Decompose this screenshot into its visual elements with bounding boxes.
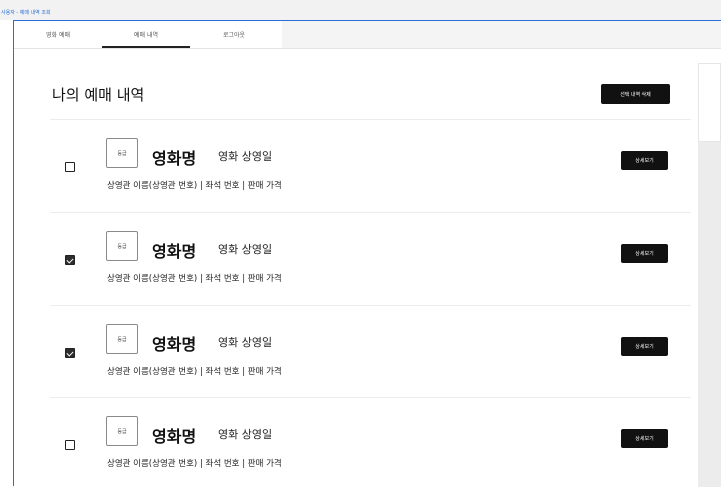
detail-button[interactable]: 상세보기 <box>621 151 668 170</box>
detail-button[interactable]: 상세보기 <box>621 244 668 263</box>
detail-button[interactable]: 상세보기 <box>621 429 668 448</box>
frame-label: 사용자 - 예매 내역 조회 <box>1 10 51 16</box>
grade-badge: 등급 <box>106 324 138 354</box>
row-checkbox[interactable] <box>65 255 75 265</box>
tab-logout[interactable]: 로그아웃 <box>190 21 278 48</box>
app-frame: 영화 예매 예매 내역 로그아웃 나의 예매 내역 선택 내역 삭제 등급 영화… <box>13 20 721 487</box>
reservation-row: 등급 영화명 영화 상영일 상영관 이름(상영관 번호) | 좌석 번호 | 판… <box>50 397 691 487</box>
grade-badge: 등급 <box>106 416 138 446</box>
canvas-header <box>0 0 721 20</box>
grade-badge: 등급 <box>106 231 138 261</box>
tab-booking-history[interactable]: 예매 내역 <box>102 21 190 48</box>
tab-bar-filler <box>282 21 721 48</box>
reservation-info: 상영관 이름(상영관 번호) | 좌석 번호 | 판매 가격 <box>107 459 282 469</box>
movie-name: 영화명 <box>152 242 197 261</box>
reservation-info: 상영관 이름(상영관 번호) | 좌석 번호 | 판매 가격 <box>107 181 282 191</box>
detail-button[interactable]: 상세보기 <box>621 337 668 356</box>
main-content: 나의 예매 내역 선택 내역 삭제 등급 영화명 영화 상영일 상영관 이름(상… <box>14 49 721 487</box>
page-title: 나의 예매 내역 <box>52 86 145 104</box>
scrollbar-thumb[interactable] <box>698 63 721 142</box>
tab-movie-booking[interactable]: 영화 예매 <box>14 21 102 48</box>
reservation-row: 등급 영화명 영화 상영일 상영관 이름(상영관 번호) | 좌석 번호 | 판… <box>50 305 691 397</box>
row-checkbox[interactable] <box>65 440 75 450</box>
screening-date: 영화 상영일 <box>218 150 273 163</box>
screening-date: 영화 상영일 <box>218 243 273 256</box>
movie-name: 영화명 <box>152 335 197 354</box>
movie-name: 영화명 <box>152 149 197 168</box>
reservation-info: 상영관 이름(상영관 번호) | 좌석 번호 | 판매 가격 <box>107 274 282 284</box>
reservation-row: 등급 영화명 영화 상영일 상영관 이름(상영관 번호) | 좌석 번호 | 판… <box>50 119 691 211</box>
screening-date: 영화 상영일 <box>218 336 273 349</box>
tab-bar: 영화 예매 예매 내역 로그아웃 <box>14 21 721 48</box>
scrollbar-track[interactable] <box>698 111 721 487</box>
row-checkbox[interactable] <box>65 162 75 172</box>
row-checkbox[interactable] <box>65 348 75 358</box>
reservation-info: 상영관 이름(상영관 번호) | 좌석 번호 | 판매 가격 <box>107 367 282 377</box>
screening-date: 영화 상영일 <box>218 428 273 441</box>
delete-selected-button[interactable]: 선택 내역 삭제 <box>601 84 670 104</box>
grade-badge: 등급 <box>106 138 138 168</box>
movie-name: 영화명 <box>152 427 197 446</box>
reservation-row: 등급 영화명 영화 상영일 상영관 이름(상영관 번호) | 좌석 번호 | 판… <box>50 212 691 304</box>
